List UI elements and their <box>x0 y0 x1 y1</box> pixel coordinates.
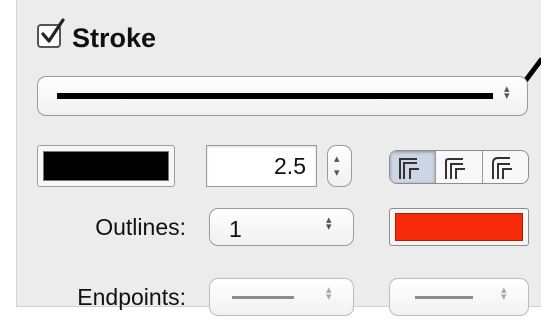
stroke-width-value: 2.5 <box>274 153 306 179</box>
stroke-color-well[interactable] <box>37 145 175 187</box>
line-style-preview <box>57 93 493 99</box>
outline-color-well[interactable] <box>389 208 529 246</box>
endpoint-line-preview <box>232 296 294 299</box>
up-down-arrows-icon: ▴ ▾ <box>326 214 332 233</box>
stroke-position-outside-button[interactable] <box>483 151 528 183</box>
stroke-position-segmented-control[interactable] <box>389 150 529 184</box>
endpoints-label: Endpoints: <box>77 284 186 310</box>
line-style-popup[interactable]: ▴ ▾ <box>37 76 528 116</box>
stroke-width-field[interactable]: 2.5 <box>206 145 317 187</box>
stroke-width-stepper[interactable]: ▴ ▾ <box>327 145 352 187</box>
up-down-arrows-icon: ▴ ▾ <box>326 284 332 303</box>
stepper-arrows-icon: ▴ ▾ <box>334 153 340 179</box>
stroke-color-swatch <box>43 151 169 181</box>
stroke-checkbox[interactable] <box>37 18 65 48</box>
outline-color-swatch <box>395 213 523 241</box>
up-down-arrows-icon: ▴ ▾ <box>504 83 510 102</box>
outlines-label: Outlines: <box>95 214 186 240</box>
outlines-value: 1 <box>229 216 242 242</box>
stroke-outside-icon <box>491 157 512 179</box>
up-down-arrows-icon: ▴ ▾ <box>501 284 507 303</box>
stroke-title: Stroke <box>72 23 157 53</box>
checkmark-icon <box>41 18 65 43</box>
outlines-popup[interactable]: 1 ▴ ▾ <box>209 208 354 246</box>
stroke-inside-icon <box>399 158 419 179</box>
start-endpoint-popup[interactable]: ▴ ▾ <box>209 278 354 316</box>
stroke-position-center-button[interactable] <box>436 151 483 183</box>
end-endpoint-popup[interactable]: ▴ ▾ <box>389 278 529 316</box>
stroke-position-inside-button[interactable] <box>390 151 437 183</box>
endpoint-line-preview <box>415 296 473 299</box>
stroke-center-icon <box>445 158 466 179</box>
